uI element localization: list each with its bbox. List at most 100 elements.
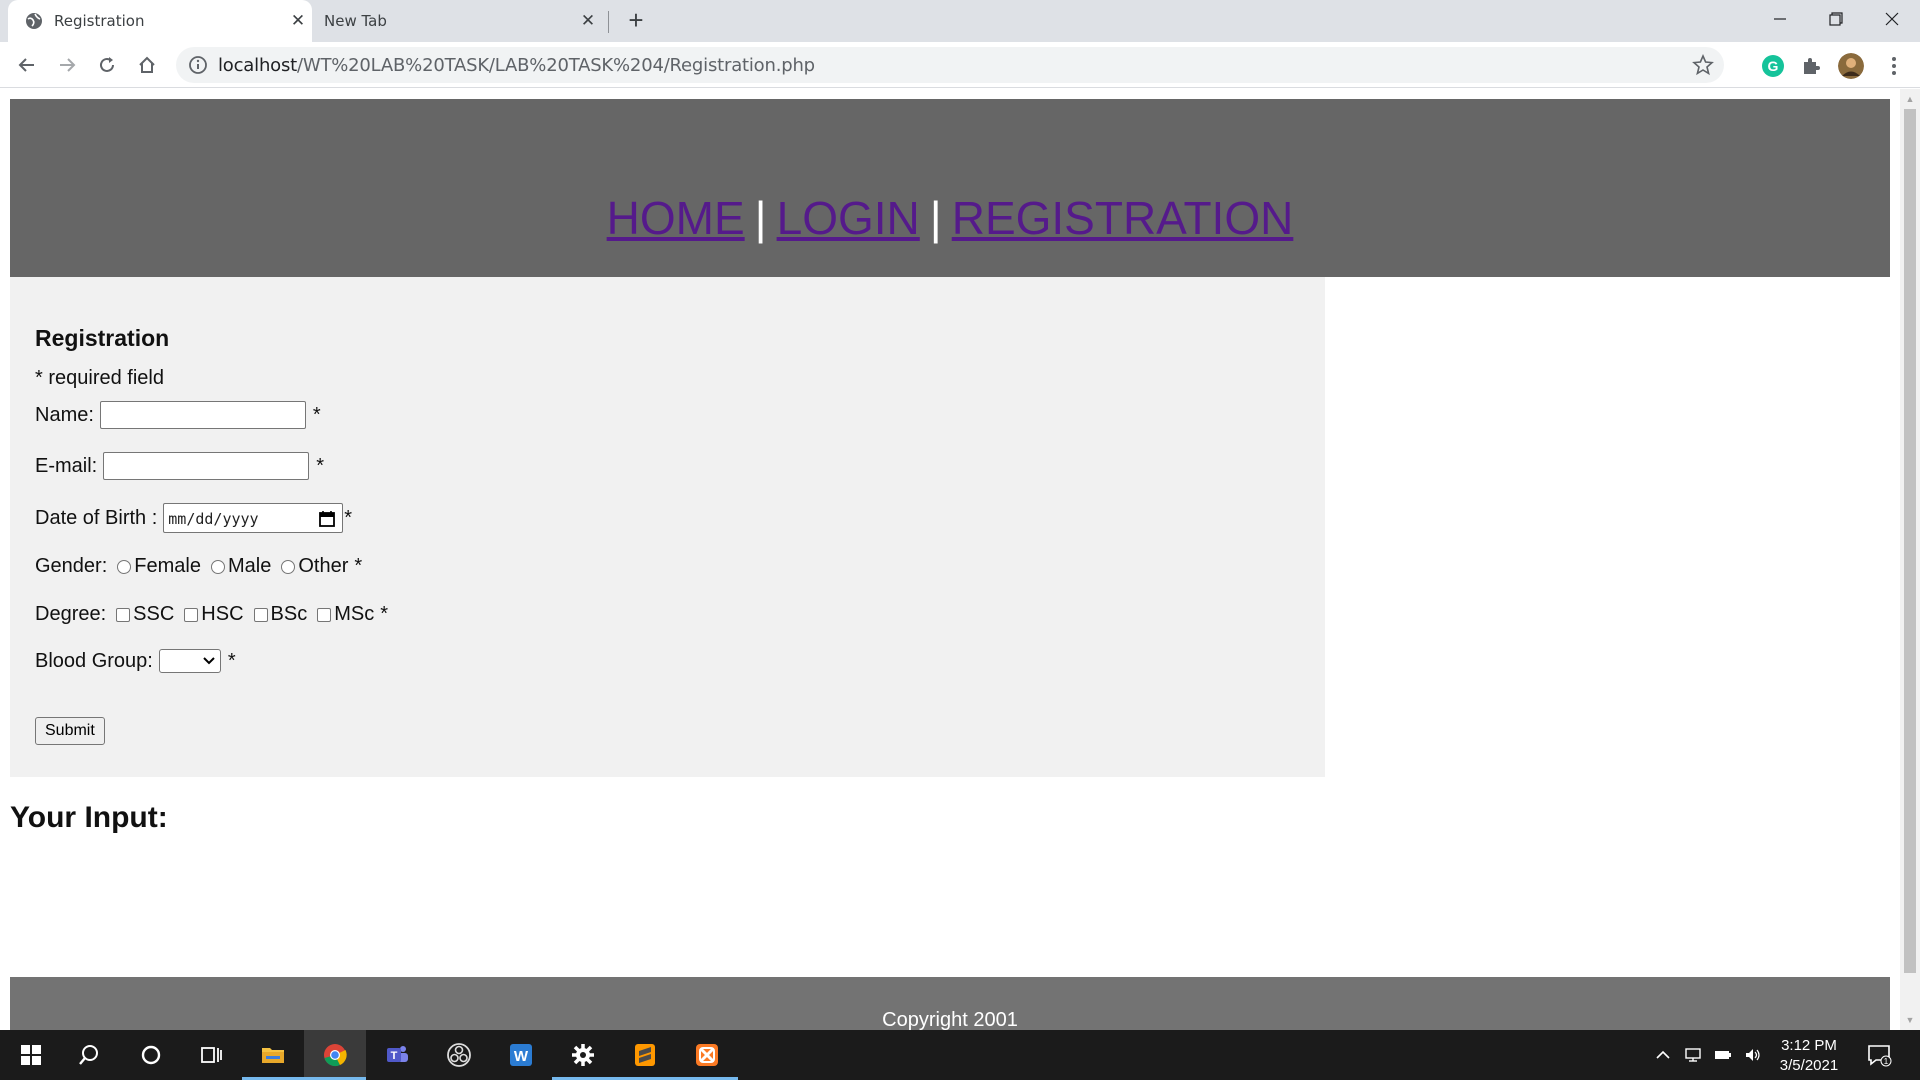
chevron-up-icon[interactable] <box>1654 1046 1672 1064</box>
profile-avatar[interactable] <box>1838 53 1864 79</box>
name-input[interactable] <box>99 401 306 429</box>
dob-date-input[interactable]: mm/dd/yyyy <box>163 503 344 533</box>
cortana-circle-icon <box>141 1045 161 1065</box>
network-icon[interactable] <box>1684 1046 1702 1064</box>
required-mark: * <box>344 506 353 529</box>
name-row: Name: * <box>35 401 321 429</box>
gender-label: Gender: <box>35 555 108 577</box>
globe-icon <box>26 13 42 29</box>
taskbar-sublime-text[interactable] <box>614 1030 676 1080</box>
chevron-down-icon <box>203 657 215 665</box>
close-tab-icon[interactable]: ✕ <box>288 11 308 31</box>
new-tab-button[interactable]: + <box>624 7 648 33</box>
blood-group-select[interactable] <box>158 649 221 673</box>
cortana-button[interactable] <box>120 1030 182 1080</box>
system-clock[interactable]: 3:12 PM 3/5/2021 <box>1764 1036 1854 1076</box>
taskbar-obs[interactable] <box>428 1030 490 1080</box>
dob-placeholder: mm/dd/yyyy <box>168 510 259 528</box>
more-menu-icon[interactable] <box>1884 54 1904 78</box>
address-bar[interactable]: localhost/WT%20LAB%20TASK/LAB%20TASK%204… <box>176 47 1724 83</box>
taskbar-chrome[interactable] <box>304 1030 366 1080</box>
writer-icon: W <box>510 1044 532 1066</box>
notification-center-icon[interactable]: 1 <box>1866 1042 1892 1068</box>
gender-option-label: Male <box>227 555 272 577</box>
nav-link-home[interactable]: HOME <box>607 192 745 244</box>
degree-hsc-checkbox[interactable] <box>184 607 199 622</box>
url-text: localhost/WT%20LAB%20TASK/LAB%20TASK%204… <box>218 55 815 76</box>
clock-time: 3:12 PM <box>1781 1037 1837 1054</box>
scroll-down-arrow-icon[interactable]: ▼ <box>1905 1015 1915 1025</box>
taskbar-search-button[interactable] <box>58 1030 120 1080</box>
nav-separator: | <box>754 192 767 244</box>
minimize-icon <box>1774 18 1786 20</box>
close-window-button[interactable] <box>1864 0 1920 38</box>
tab-title: Registration <box>54 12 145 30</box>
home-icon <box>139 56 155 73</box>
degree-ssc-checkbox[interactable] <box>116 607 131 622</box>
submit-button[interactable]: Submit <box>35 717 105 745</box>
reload-icon <box>100 57 114 72</box>
nav-link-login[interactable]: LOGIN <box>777 192 920 244</box>
degree-bsc-checkbox[interactable] <box>253 607 268 622</box>
chrome-icon <box>324 1044 347 1067</box>
degree-option-label: MSc <box>334 603 375 625</box>
calendar-icon[interactable] <box>318 510 336 528</box>
page-viewport: HOME | LOGIN | REGISTRATION Registration * r… <box>0 89 1900 1030</box>
required-note: * required field <box>35 367 164 389</box>
svg-text:W: W <box>514 1048 529 1065</box>
nav-link-registration[interactable]: REGISTRATION <box>952 192 1294 244</box>
degree-option-label: SSC <box>133 603 175 625</box>
required-mark: * <box>380 603 388 625</box>
bookmark-star-icon[interactable] <box>1692 54 1714 76</box>
volume-icon[interactable] <box>1744 1046 1762 1064</box>
close-icon <box>1885 12 1899 26</box>
gender-female-radio[interactable] <box>117 559 132 574</box>
scroll-up-arrow-icon[interactable]: ▲ <box>1905 94 1915 104</box>
browser-tab-strip: Registration ✕ New Tab ✕ + <box>0 0 1920 42</box>
task-view-icon <box>201 1047 222 1063</box>
taskbar-teams[interactable]: T <box>366 1030 428 1080</box>
degree-label: Degree: <box>35 603 107 625</box>
name-label: Name: <box>35 403 94 426</box>
taskbar-settings[interactable] <box>552 1030 614 1080</box>
svg-text:G: G <box>1768 58 1779 74</box>
grammarly-icon[interactable]: G <box>1760 53 1786 79</box>
forward-button[interactable] <box>52 50 82 80</box>
task-view-button[interactable] <box>180 1030 242 1080</box>
tab-new-tab[interactable]: New Tab ✕ <box>312 0 608 42</box>
arrow-left-icon <box>18 58 34 72</box>
email-row: E-mail: * <box>35 452 324 480</box>
windows-taskbar: T W 3:12 PM 3/5/2021 1 <box>0 1030 1920 1080</box>
taskbar-wps-writer[interactable]: W <box>490 1030 552 1080</box>
degree-msc-checkbox[interactable] <box>317 607 332 622</box>
xampp-icon <box>696 1044 718 1066</box>
home-button[interactable] <box>132 50 162 80</box>
dob-row: Date of Birth : mm/dd/yyyy * <box>35 503 352 533</box>
teams-icon: T <box>387 1046 408 1062</box>
info-icon[interactable] <box>188 55 208 75</box>
gender-other-radio[interactable] <box>281 559 296 574</box>
sublime-text-icon <box>635 1044 655 1066</box>
scrollbar-thumb[interactable] <box>1904 109 1916 973</box>
minimize-button[interactable] <box>1752 0 1808 38</box>
gender-row: Gender: Female Male Other * <box>35 555 362 578</box>
taskbar-xampp[interactable] <box>676 1030 738 1080</box>
restore-button[interactable] <box>1808 0 1864 38</box>
required-mark: * <box>227 649 236 672</box>
dob-label: Date of Birth : <box>35 506 158 529</box>
extensions-puzzle-icon[interactable] <box>1798 53 1824 79</box>
required-mark: * <box>316 454 325 477</box>
start-button[interactable] <box>0 1030 62 1080</box>
taskbar-file-explorer[interactable] <box>242 1030 304 1080</box>
reload-button[interactable] <box>92 50 122 80</box>
email-input[interactable] <box>103 452 310 480</box>
blood-group-label: Blood Group: <box>35 649 153 672</box>
gender-male-radio[interactable] <box>210 559 225 574</box>
back-button[interactable] <box>12 50 42 80</box>
tab-registration[interactable]: Registration ✕ <box>8 0 312 42</box>
battery-icon[interactable] <box>1714 1046 1732 1064</box>
vertical-scrollbar[interactable]: ▲ ▼ <box>1900 89 1920 1030</box>
blood-group-row: Blood Group: * <box>35 649 236 673</box>
arrow-right-icon <box>60 58 76 72</box>
close-tab-icon[interactable]: ✕ <box>578 11 598 31</box>
